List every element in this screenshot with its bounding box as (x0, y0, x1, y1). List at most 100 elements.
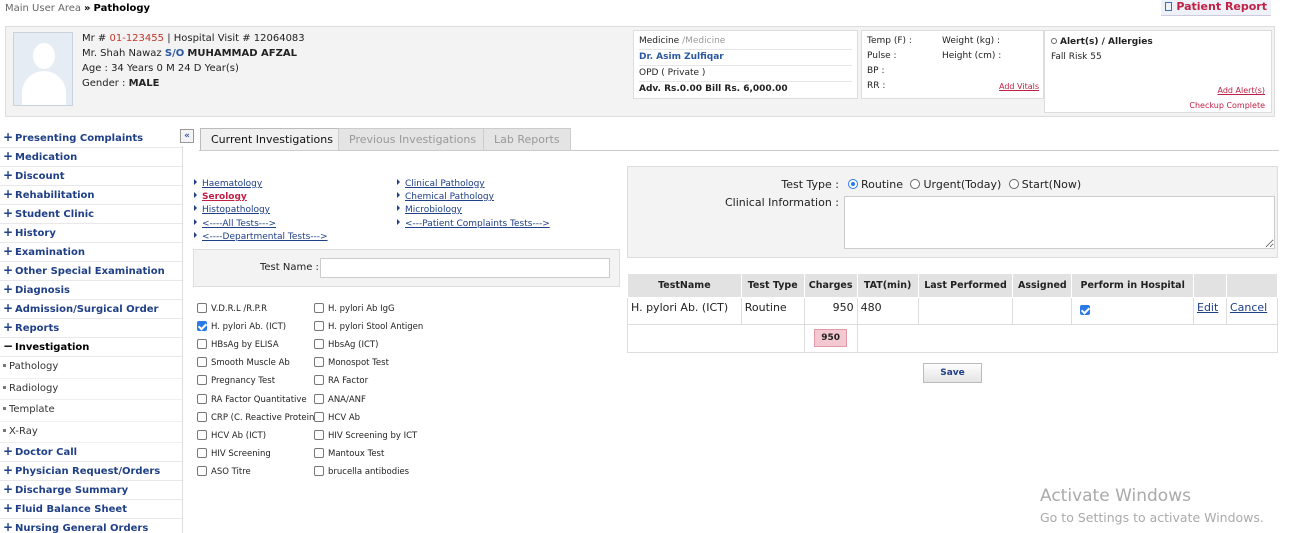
sidebar-subitem-pathology[interactable]: Pathology (0, 357, 182, 379)
bullet-icon (3, 385, 6, 389)
checkbox-icon[interactable] (314, 394, 324, 404)
sidebar-item-diagnosis[interactable]: + Diagnosis (0, 281, 182, 300)
test-checkbox[interactable]: H. pylori Stool Antigen (314, 321, 423, 333)
link-clinical-pathology[interactable]: Clinical Pathology (397, 179, 485, 189)
sidebar-item-history[interactable]: + History (0, 224, 182, 243)
test-checkbox[interactable]: HIV Screening by ICT (314, 430, 417, 442)
sidebar-subitem-template[interactable]: Template (0, 400, 182, 422)
sidebar-subitem-x-ray[interactable]: X-Ray (0, 422, 182, 443)
sidebar-item-medication[interactable]: + Medication (0, 148, 182, 167)
checkbox-icon[interactable] (314, 448, 324, 458)
sidebar-item-physician-request-orders[interactable]: + Physician Request/Orders (0, 462, 182, 481)
test-checkbox[interactable]: V.D.R.L /R.P.R (197, 303, 267, 315)
checkbox-icon[interactable] (314, 339, 324, 349)
cell-charges: 950 (803, 297, 858, 325)
sidebar-subitem-radiology[interactable]: Radiology (0, 379, 182, 400)
checkbox-icon[interactable] (197, 430, 207, 440)
breadcrumb-root[interactable]: Main User Area (5, 3, 81, 14)
link-haematology[interactable]: Haematology (193, 179, 262, 189)
test-checkbox[interactable]: RA Factor Quantitative (197, 394, 307, 406)
test-checkbox[interactable]: HCV Ab (ICT) (197, 430, 266, 442)
add-alert-link[interactable]: Add Alert(s) (1218, 83, 1265, 98)
test-checkbox[interactable]: HCV Ab (314, 412, 360, 424)
checkbox-icon[interactable] (197, 394, 207, 404)
checkbox-icon[interactable] (314, 357, 324, 367)
test-checkbox[interactable]: Mantoux Test (314, 448, 384, 460)
test-checkbox-label: ASO Titre (211, 467, 251, 477)
sidebar-item-discharge-summary[interactable]: + Discharge Summary (0, 481, 182, 500)
alerts-title-text: Alert(s) / Allergies (1060, 37, 1153, 47)
link-departmental-tests[interactable]: <----Departmental Tests---> (194, 232, 328, 242)
checkbox-icon[interactable] (314, 321, 324, 331)
perform-in-hospital-checkbox[interactable] (1080, 305, 1091, 315)
sidebar-item-discount[interactable]: + Discount (0, 167, 182, 186)
radio-icon[interactable] (910, 179, 921, 189)
test-checkbox[interactable]: HbsAg (ICT) (314, 339, 378, 351)
radio-icon[interactable] (1008, 179, 1019, 189)
collapse-sidebar-icon[interactable]: « (180, 129, 194, 143)
tab-current-investigations[interactable]: Current Investigations (200, 128, 344, 151)
cell-test-type: Routine (740, 297, 805, 325)
tab-previous-investigations[interactable]: Previous Investigations (338, 128, 488, 151)
checkbox-icon[interactable] (197, 448, 207, 458)
sidebar-item-student-clinic[interactable]: + Student Clinic (0, 205, 182, 224)
col-test-name: TestName (627, 273, 742, 298)
checkbox-icon[interactable] (197, 466, 207, 476)
test-checkbox[interactable]: Smooth Muscle Ab (197, 357, 290, 369)
add-vitals-link[interactable]: Add Vitals (999, 79, 1039, 94)
checkbox-icon[interactable] (197, 412, 207, 422)
patient-report-button[interactable]: Patient Report (1161, 0, 1271, 16)
radio-urgent[interactable]: Urgent(Today) (910, 178, 1001, 191)
sidebar-item-examination[interactable]: + Examination (0, 243, 182, 262)
sidebar-item-fluid-balance-sheet[interactable]: + Fluid Balance Sheet (0, 500, 182, 519)
plus-icon: + (3, 320, 14, 334)
test-checkbox[interactable]: H. pylori Ab. (ICT) (197, 321, 286, 333)
sidebar-item-reports[interactable]: + Reports (0, 319, 182, 338)
test-checkbox[interactable]: Pregnancy Test (197, 375, 275, 387)
checkup-complete-link[interactable]: Checkup Complete (1189, 98, 1265, 113)
checkbox-icon[interactable] (314, 466, 324, 476)
sidebar-item-doctor-call[interactable]: + Doctor Call (0, 443, 182, 462)
test-checkbox[interactable]: ANA/ANF (314, 394, 366, 406)
checkbox-icon[interactable] (314, 375, 324, 385)
checkbox-icon[interactable] (314, 412, 324, 422)
link-microbiology[interactable]: Microbiology (397, 205, 462, 215)
sidebar-item-nursing-general-orders[interactable]: + Nursing General Orders (0, 519, 182, 533)
sidebar-item-other-special-examination[interactable]: + Other Special Examination (0, 262, 182, 281)
test-checkbox[interactable]: HBsAg by ELISA (197, 339, 279, 351)
test-checkbox[interactable]: CRP (C. Reactive Protein) (197, 412, 318, 424)
test-checkbox[interactable]: Monospot Test (314, 357, 389, 369)
checkbox-checked-icon[interactable] (197, 321, 207, 331)
cancel-link[interactable]: Cancel (1230, 301, 1267, 314)
sidebar-item-presenting-complaints[interactable]: + Presenting Complaints (0, 129, 182, 148)
link-serology[interactable]: Serology (194, 192, 247, 202)
checkbox-icon[interactable] (197, 357, 207, 367)
test-checkbox[interactable]: RA Factor (314, 375, 368, 387)
sidebar-item-rehabilitation[interactable]: + Rehabilitation (0, 186, 182, 205)
radio-selected-icon[interactable] (848, 179, 858, 189)
link-patient-complaints-tests[interactable]: <---Patient Complaints Tests---> (397, 219, 550, 229)
radio-routine[interactable]: Routine (848, 178, 903, 191)
sidebar-item-investigation[interactable]: − Investigation (0, 338, 182, 357)
clinical-information-textarea[interactable] (844, 196, 1275, 249)
edit-link[interactable]: Edit (1197, 301, 1218, 314)
checkbox-icon[interactable] (197, 303, 207, 313)
test-checkbox[interactable]: H. pylori Ab IgG (314, 303, 395, 315)
test-name-input[interactable] (320, 258, 610, 278)
link-chemical-pathology[interactable]: Chemical Pathology (397, 192, 494, 202)
checkbox-icon[interactable] (197, 339, 207, 349)
link-histopathology[interactable]: Histopathology (193, 205, 270, 215)
checkbox-icon[interactable] (314, 303, 324, 313)
hospital-visit: | Hospital Visit # 12064083 (167, 33, 305, 44)
save-button[interactable]: Save (923, 363, 982, 383)
tab-lab-reports[interactable]: Lab Reports (483, 128, 571, 151)
test-checkbox-label: H. pylori Ab. (ICT) (211, 322, 287, 332)
test-checkbox[interactable]: ASO Titre (197, 466, 251, 478)
checkbox-icon[interactable] (314, 430, 324, 440)
sidebar-item-admission-surgical-order[interactable]: + Admission/Surgical Order (0, 300, 182, 319)
radio-start-now[interactable]: Start(Now) (1008, 178, 1081, 191)
checkbox-icon[interactable] (197, 375, 207, 385)
link-all-tests[interactable]: <----All Tests---> (193, 219, 276, 229)
test-checkbox[interactable]: brucella antibodies (314, 466, 409, 478)
test-checkbox[interactable]: HIV Screening (197, 448, 271, 460)
